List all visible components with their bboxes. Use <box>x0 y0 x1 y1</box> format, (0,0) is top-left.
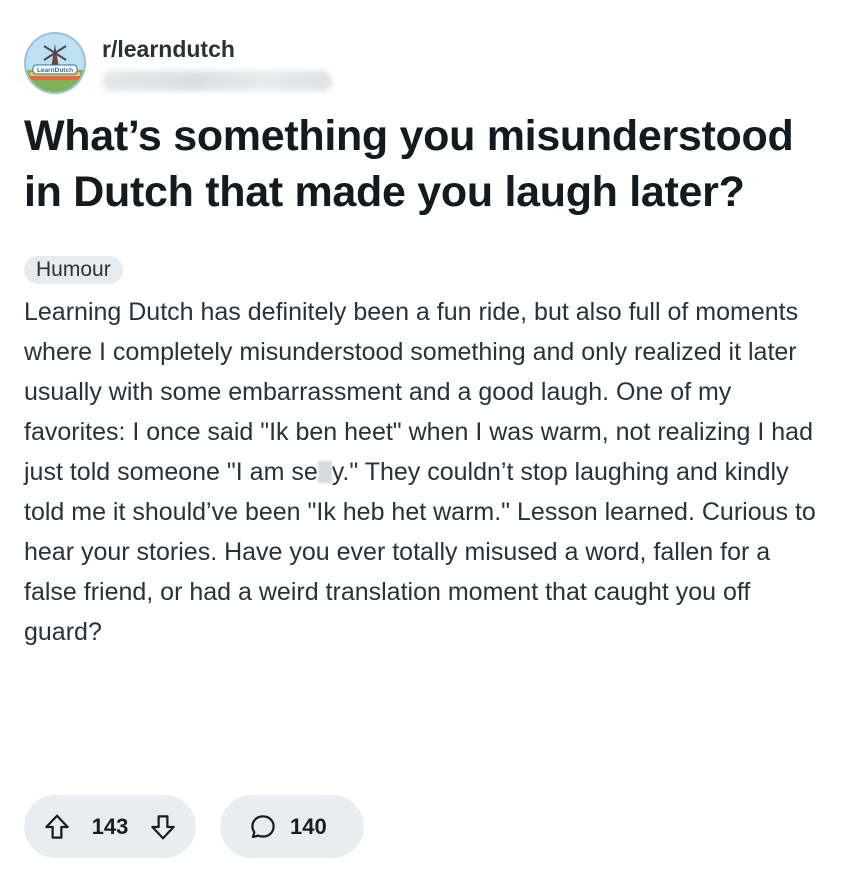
learndutch-logo-icon: LearnDutch <box>24 32 86 94</box>
avatar-text: LearnDutch <box>37 67 73 74</box>
arrow-down-icon <box>151 814 175 839</box>
post-meta: r/learndutch <box>102 32 332 91</box>
post-actions: 143 140 <box>24 795 364 858</box>
post-body: Learning Dutch has definitely been a fun… <box>24 292 824 652</box>
upvote-button[interactable] <box>40 810 74 844</box>
vote-pill: 143 <box>24 795 196 858</box>
comment-count: 140 <box>290 813 327 839</box>
username-redacted <box>102 71 332 91</box>
flair-badge[interactable]: Humour <box>24 256 123 284</box>
censor-blur <box>317 461 332 483</box>
comments-button[interactable]: 140 <box>220 795 364 858</box>
arrow-up-icon <box>45 814 69 839</box>
comment-bubble-icon <box>251 814 275 838</box>
subreddit-link[interactable]: r/learndutch <box>102 35 332 63</box>
post-title[interactable]: What’s something you misunderstood in Du… <box>24 108 824 220</box>
vote-count: 143 <box>91 813 129 839</box>
post-body-part2: y." They couldn’t stop laughing and kind… <box>24 458 816 646</box>
subreddit-avatar[interactable]: LearnDutch <box>24 32 86 94</box>
post-header: LearnDutch r/learndutch <box>24 32 824 98</box>
post: LearnDutch r/learndutch What’s something… <box>24 32 824 652</box>
downvote-button[interactable] <box>146 810 180 844</box>
